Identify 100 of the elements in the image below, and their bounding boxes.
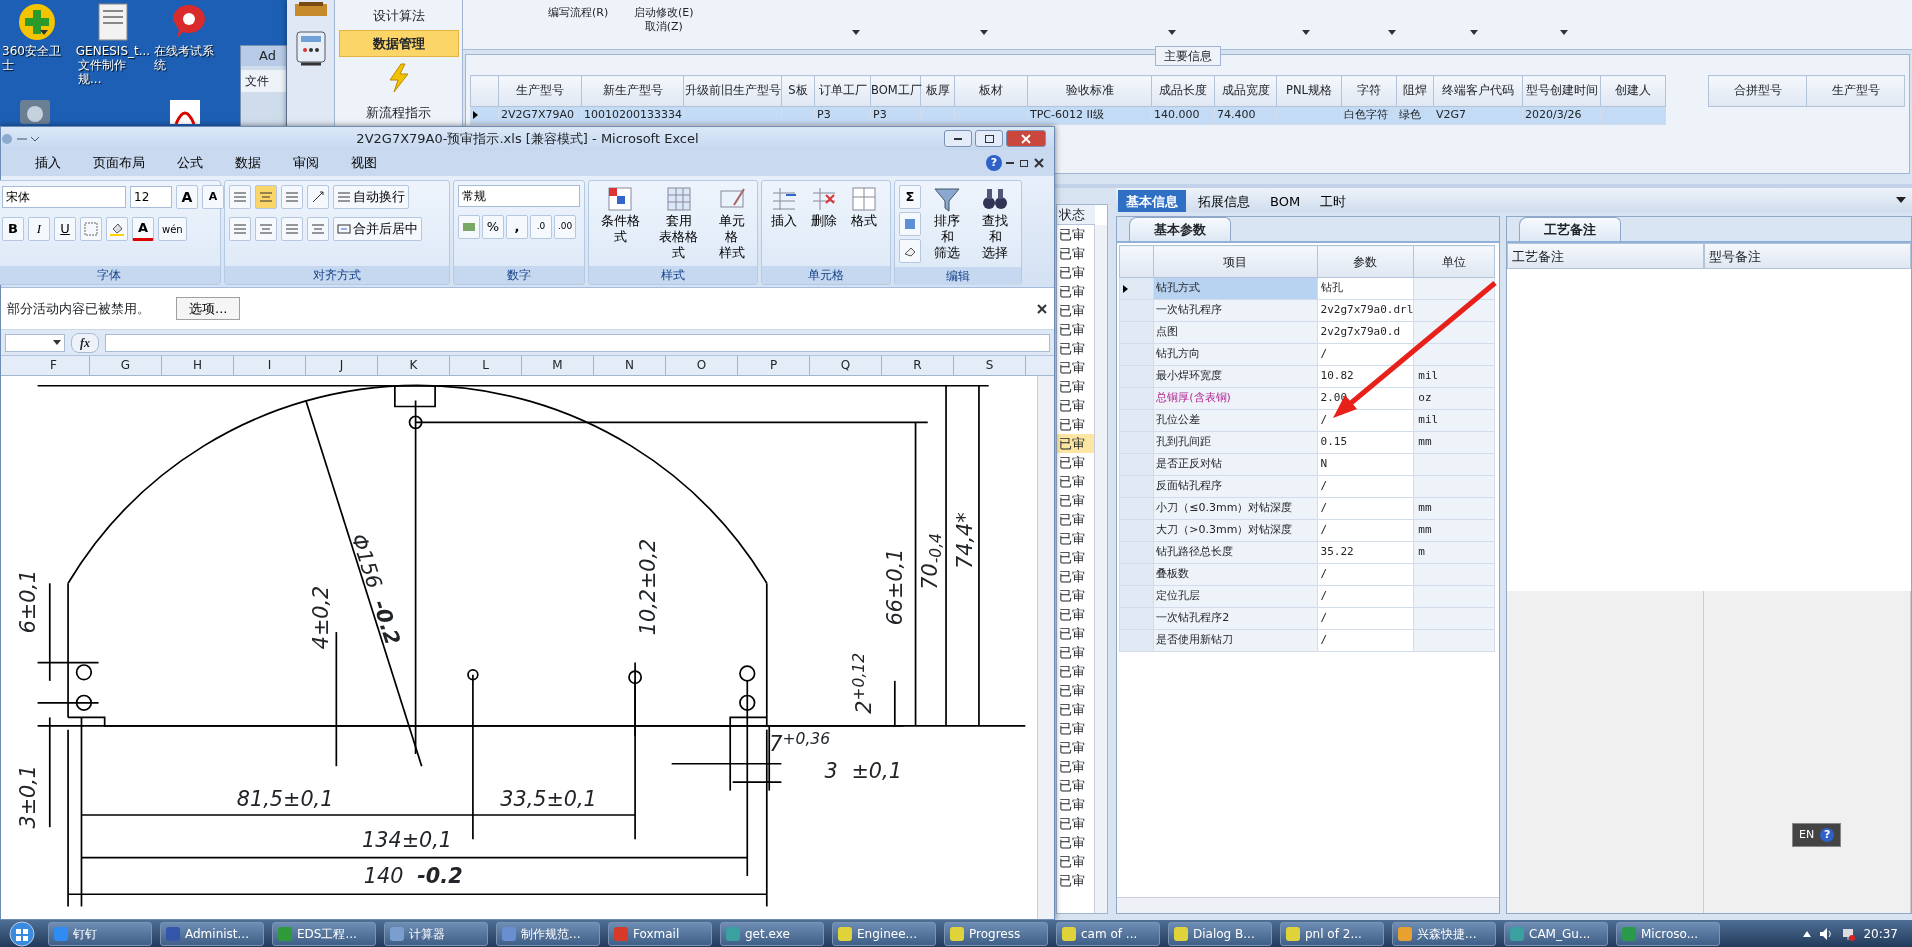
taskbar-button[interactable]: Administ... <box>160 921 264 946</box>
table-cell[interactable]: 已审 <box>1057 529 1095 548</box>
align-middle-button[interactable] <box>255 185 277 209</box>
language-indicator[interactable]: EN <box>1799 826 1815 844</box>
currency-button[interactable] <box>458 215 480 239</box>
cells-button[interactable]: 删除 <box>806 185 842 229</box>
taskbar-button[interactable]: Microso... <box>1616 921 1720 946</box>
column-header[interactable]: 成品宽度 <box>1214 75 1277 107</box>
close-icon[interactable] <box>1034 158 1044 168</box>
align-left-button[interactable] <box>229 217 251 241</box>
column-header[interactable]: 项目 <box>1153 245 1318 278</box>
column-header[interactable]: 状态 <box>1057 205 1095 225</box>
table-cell[interactable]: 已审 <box>1057 586 1095 605</box>
shrink-font-button[interactable]: A <box>202 185 224 209</box>
column-header[interactable]: 工艺备注 <box>1507 243 1704 269</box>
options-button[interactable]: 选项... <box>176 296 241 321</box>
desktop-app-icon[interactable] <box>20 100 50 124</box>
table-cell[interactable]: 已审 <box>1057 738 1095 757</box>
help-icon[interactable]: ? <box>986 155 1002 171</box>
caret-icon[interactable] <box>1896 197 1906 203</box>
merge-center-button[interactable]: 合并后居中 <box>333 217 422 241</box>
table-cell[interactable]: 已审 <box>1057 225 1095 244</box>
column-header[interactable]: 字符 <box>1341 75 1397 107</box>
tab[interactable]: BOM <box>1262 190 1309 212</box>
table-cell[interactable]: 已审 <box>1057 833 1095 852</box>
table-cell[interactable]: 已审 <box>1057 358 1095 377</box>
tab[interactable]: 工时 <box>1312 190 1355 212</box>
maximize-button[interactable] <box>975 130 1003 147</box>
column-header[interactable]: BOM工厂 <box>870 75 921 107</box>
table-cell[interactable]: 已审 <box>1057 244 1095 263</box>
column-header[interactable]: 成品长度 <box>1151 75 1215 107</box>
column-header[interactable]: 型号创建时间 <box>1522 75 1601 107</box>
table-cell[interactable]: 已审 <box>1057 624 1095 643</box>
italic-button[interactable]: I <box>28 217 50 241</box>
column-header[interactable]: G <box>90 356 162 375</box>
ribbon-tab[interactable]: 审阅 <box>279 151 333 175</box>
align-center-button[interactable] <box>255 217 277 241</box>
table-cell[interactable]: 已审 <box>1057 396 1095 415</box>
cells-button[interactable]: 格式 <box>846 185 882 229</box>
table-cell[interactable]: 已审 <box>1057 719 1095 738</box>
table-cell[interactable]: 已审 <box>1057 795 1095 814</box>
ribbon-tab[interactable]: 插入 <box>21 151 75 175</box>
ribbon-tab[interactable]: 公式 <box>163 151 217 175</box>
column-header[interactable]: 生产型号 <box>498 75 582 107</box>
close-button[interactable] <box>1006 130 1046 147</box>
tab[interactable]: 基本信息 <box>1118 190 1186 212</box>
bold-button[interactable]: B <box>2 217 24 241</box>
table-cell[interactable]: 已审 <box>1057 814 1095 833</box>
caret-icon[interactable] <box>40 30 48 35</box>
styles-button[interactable]: 单元格 样式 <box>710 185 753 261</box>
taskbar-button[interactable]: 计算器 <box>384 921 488 946</box>
scrollbar[interactable] <box>1117 897 1499 913</box>
column-header[interactable]: 板材 <box>954 75 1028 107</box>
formula-field[interactable] <box>105 333 1050 352</box>
quick-access-icon[interactable] <box>1 132 41 145</box>
editing-button[interactable]: 排序和 筛选 <box>925 185 969 261</box>
desktop-app-icon[interactable] <box>170 100 200 124</box>
minimize-button[interactable] <box>944 130 972 147</box>
table-cell[interactable]: 已审 <box>1057 871 1095 890</box>
ribbon-tab[interactable]: 文件 <box>241 69 286 92</box>
table-cell[interactable]: 已审 <box>1057 662 1095 681</box>
table-cell[interactable]: 已审 <box>1057 643 1095 662</box>
ribbon-tab[interactable]: 视图 <box>337 151 391 175</box>
caret-icon[interactable] <box>1560 30 1568 35</box>
column-header[interactable]: 新生产型号 <box>581 75 684 107</box>
table-cell[interactable]: 已审 <box>1057 415 1095 434</box>
column-header[interactable]: 终端客户代码 <box>1433 75 1523 107</box>
underline-button[interactable]: U <box>54 217 76 241</box>
column-header[interactable]: Q <box>810 356 882 375</box>
column-header[interactable]: 升级前旧生产型号 <box>683 75 782 107</box>
column-header[interactable]: 阻焊 <box>1396 75 1434 107</box>
column-header[interactable]: 单位 <box>1413 245 1495 278</box>
toolbox-icon[interactable] <box>292 2 329 16</box>
icon-label[interactable]: 文件制作规... <box>78 58 148 86</box>
align-bottom-button[interactable] <box>281 185 303 209</box>
tab[interactable]: 拓展信息 <box>1190 190 1258 212</box>
table-cell[interactable]: 已审 <box>1057 472 1095 491</box>
caret-icon[interactable] <box>1803 930 1812 937</box>
taskbar-button[interactable]: Enginee... <box>832 921 936 946</box>
column-header[interactable]: 参数 <box>1317 245 1414 278</box>
restore-icon[interactable] <box>1020 159 1028 167</box>
table-cell[interactable]: 已审 <box>1057 491 1095 510</box>
grow-font-button[interactable]: A <box>176 185 198 209</box>
column-header[interactable]: F <box>18 356 90 375</box>
percent-button[interactable]: % <box>482 215 504 239</box>
column-header[interactable]: O <box>666 356 738 375</box>
network-icon[interactable] <box>1841 926 1856 941</box>
panel-tab[interactable]: 基本参数 <box>1129 216 1231 241</box>
close-icon[interactable] <box>1036 302 1048 315</box>
clock[interactable]: 20:37 <box>1863 924 1898 943</box>
column-header[interactable]: R <box>882 356 954 375</box>
taskbar-button[interactable]: cam of ... <box>1056 921 1160 946</box>
table-cell[interactable]: 已审 <box>1057 510 1095 529</box>
caret-icon[interactable] <box>852 30 860 35</box>
column-header[interactable]: 生产型号 <box>1806 75 1905 107</box>
phonetic-button[interactable]: wén <box>158 217 187 241</box>
column-header[interactable]: S <box>954 356 1026 375</box>
speaker-icon[interactable] <box>1819 926 1834 941</box>
taskbar-button[interactable]: Progress <box>944 921 1048 946</box>
table-cell[interactable]: 已审 <box>1057 339 1095 358</box>
